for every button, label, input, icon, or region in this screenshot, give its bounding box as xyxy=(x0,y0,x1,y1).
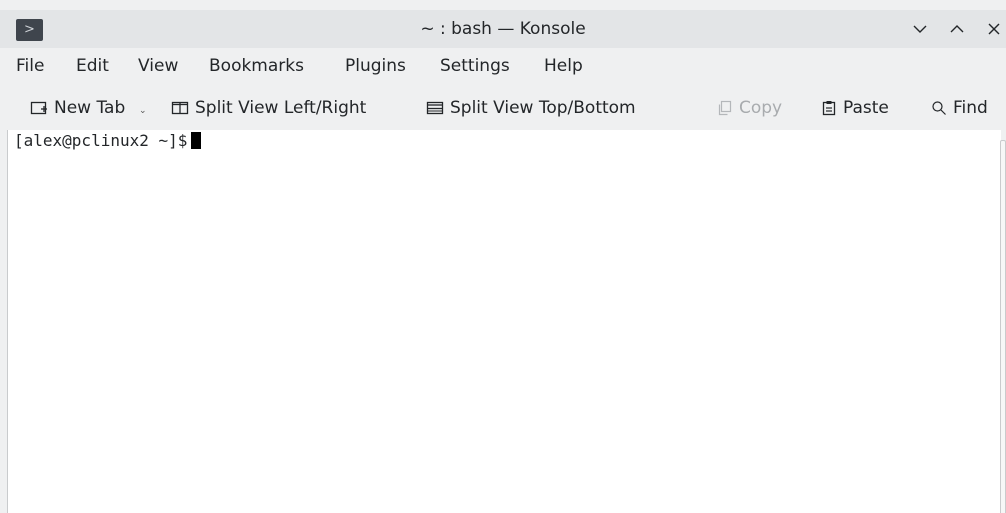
split-view-left-right-label: Split View Left/Right xyxy=(195,98,367,118)
terminal-prompt: [alex@pclinux2 ~]$ xyxy=(14,131,188,150)
new-tab-icon xyxy=(30,100,48,116)
menu-bookmarks[interactable]: Bookmarks xyxy=(209,56,304,76)
terminal-view[interactable]: [alex@pclinux2 ~]$ xyxy=(7,130,1001,513)
copy-icon xyxy=(717,100,733,116)
paste-icon xyxy=(821,100,837,116)
close-button[interactable] xyxy=(983,18,1005,40)
toolbar: New Tab Split View Left/Right Split View… xyxy=(0,84,1006,130)
window-title: ~ : bash — Konsole xyxy=(420,19,586,39)
chevron-down-icon xyxy=(913,25,927,33)
menu-view[interactable]: View xyxy=(138,56,178,76)
terminal-scrollbar[interactable] xyxy=(1000,140,1006,513)
new-tab-label: New Tab xyxy=(54,98,126,118)
menu-help[interactable]: Help xyxy=(544,56,583,76)
new-tab-dropdown-indicator[interactable]: ⌄ xyxy=(139,106,147,116)
find-label: Find xyxy=(953,98,988,118)
minimize-button[interactable] xyxy=(909,18,931,40)
menu-settings[interactable]: Settings xyxy=(440,56,510,76)
split-left-right-icon xyxy=(171,100,189,116)
chevron-up-icon xyxy=(950,25,964,33)
paste-button[interactable]: Paste xyxy=(821,96,889,120)
paste-label: Paste xyxy=(843,98,889,118)
menu-bar: File Edit View Bookmarks Plugins Setting… xyxy=(0,48,1006,84)
copy-button[interactable]: Copy xyxy=(717,96,782,120)
konsole-window: > ~ : bash — Konsole File Edit View Book… xyxy=(0,0,1006,513)
split-view-left-right-button[interactable]: Split View Left/Right xyxy=(171,96,366,120)
new-tab-button[interactable]: New Tab xyxy=(30,96,125,120)
find-button[interactable]: Find xyxy=(931,96,988,120)
menu-plugins[interactable]: Plugins xyxy=(345,56,406,76)
maximize-button[interactable] xyxy=(946,18,968,40)
menu-file[interactable]: File xyxy=(16,56,44,76)
split-view-top-bottom-label: Split View Top/Bottom xyxy=(450,98,636,118)
split-top-bottom-icon xyxy=(426,100,444,116)
terminal-prompt-line: [alex@pclinux2 ~]$ xyxy=(14,130,202,152)
split-view-top-bottom-button[interactable]: Split View Top/Bottom xyxy=(426,96,636,120)
copy-label: Copy xyxy=(739,98,783,118)
search-icon xyxy=(931,100,947,116)
menu-edit[interactable]: Edit xyxy=(76,56,109,76)
title-bar[interactable]: > ~ : bash — Konsole xyxy=(0,10,1006,48)
terminal-cursor xyxy=(191,132,202,149)
close-icon xyxy=(988,23,1000,35)
